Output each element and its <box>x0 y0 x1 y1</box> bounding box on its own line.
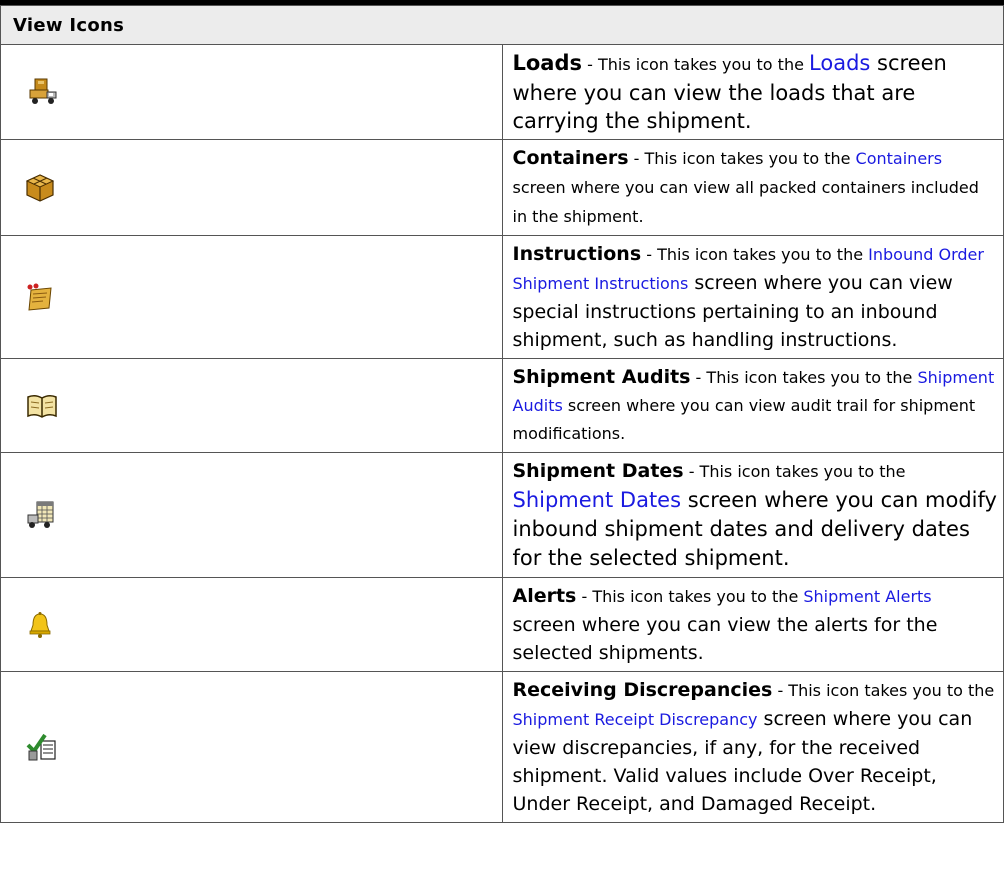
item-text-pre: - This icon takes you to the <box>772 681 995 700</box>
item-name: Containers <box>512 147 629 169</box>
item-name: Instructions <box>512 243 642 265</box>
item-name: Shipment Dates <box>512 460 684 482</box>
item-text-pre: - This icon takes you to the <box>683 462 906 481</box>
dates-calendar-truck-icon <box>25 499 502 531</box>
shipment-receipt-discrepancy-link[interactable]: Shipment Receipt Discrepancy <box>513 710 758 729</box>
table-title: View Icons <box>0 5 1004 45</box>
table-row: Loads - This icon takes you to the Loads… <box>0 44 1004 140</box>
item-name: Shipment Audits <box>512 366 691 388</box>
table-row: Alerts - This icon takes you to the Ship… <box>0 577 1004 672</box>
description-cell: Alerts - This icon takes you to the Ship… <box>501 577 1004 672</box>
shipment-dates-link[interactable]: Shipment Dates <box>513 488 682 512</box>
icon-cell <box>0 452 503 578</box>
table-row: Containers - This icon takes you to the … <box>0 139 1004 236</box>
item-name: Receiving Discrepancies <box>512 679 773 701</box>
description-cell: Shipment Dates - This icon takes you to … <box>501 452 1004 578</box>
icon-cell <box>0 235 503 359</box>
icon-cell <box>0 577 503 672</box>
loads-truck-icon <box>25 77 502 107</box>
item-text-pre: - This icon takes you to the <box>690 368 918 387</box>
containers-link[interactable]: Containers <box>856 149 943 168</box>
audits-book-icon <box>25 392 502 420</box>
loads-link[interactable]: Loads <box>809 51 870 75</box>
icon-cell <box>0 139 503 236</box>
description-cell: Containers - This icon takes you to the … <box>501 139 1004 236</box>
table-header-row: View Icons <box>0 5 1004 45</box>
shipment-alerts-link[interactable]: Shipment Alerts <box>803 587 931 606</box>
item-name: Loads <box>512 51 583 75</box>
discrepancies-check-list-icon <box>25 731 502 763</box>
item-text-pre: - This icon takes you to the <box>628 149 856 168</box>
item-text-pre: - This icon takes you to the <box>576 587 804 606</box>
table-row: Instructions - This icon takes you to th… <box>0 235 1004 359</box>
containers-box-icon <box>25 173 502 203</box>
view-icons-table-wrap: View Icons Loads - This icon takes you t… <box>0 0 1004 823</box>
table-row: Shipment Audits - This icon takes you to… <box>0 358 1004 453</box>
description-cell: Shipment Audits - This icon takes you to… <box>501 358 1004 453</box>
view-icons-table: View Icons Loads - This icon takes you t… <box>0 5 1004 823</box>
item-text-post: screen where you can view audit trail fo… <box>512 396 976 443</box>
item-text-pre: - This icon takes you to the <box>641 245 869 264</box>
icon-cell <box>0 44 503 140</box>
instructions-note-icon <box>25 282 502 312</box>
item-text-pre: - This icon takes you to the <box>582 55 810 74</box>
description-cell: Instructions - This icon takes you to th… <box>501 235 1004 359</box>
item-text-post: screen where you can view the alerts for… <box>512 614 938 664</box>
table-row: Shipment Dates - This icon takes you to … <box>0 452 1004 578</box>
icon-cell <box>0 358 503 453</box>
item-text-post: screen where you can view all packed con… <box>512 178 979 226</box>
description-cell: Loads - This icon takes you to the Loads… <box>501 44 1004 140</box>
table-row: Receiving Discrepancies - This icon take… <box>0 671 1004 823</box>
item-name: Alerts <box>512 585 577 607</box>
icon-cell <box>0 671 503 823</box>
alerts-bell-icon <box>25 610 502 640</box>
description-cell: Receiving Discrepancies - This icon take… <box>501 671 1004 823</box>
